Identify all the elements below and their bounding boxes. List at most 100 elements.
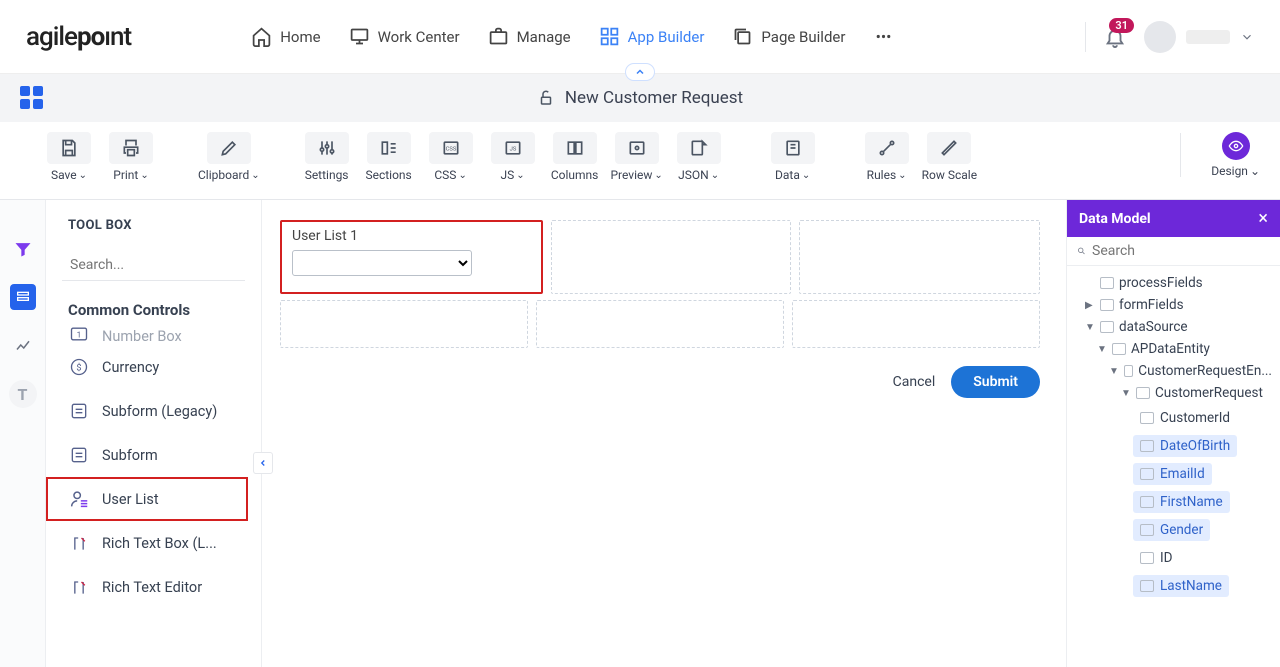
sections-icon bbox=[379, 138, 399, 158]
main-area: T TOOL BOX Common Controls 1 Number Box … bbox=[0, 200, 1280, 667]
js-button[interactable]: JSJS⌄ bbox=[486, 132, 540, 182]
search-input[interactable] bbox=[70, 257, 248, 273]
dots-icon bbox=[873, 26, 894, 47]
nav-app-builder[interactable]: App Builder bbox=[599, 26, 705, 47]
tree-node[interactable]: ▼dataSource bbox=[1067, 316, 1280, 338]
sections-button[interactable]: Sections bbox=[362, 132, 416, 182]
ruler-icon bbox=[939, 138, 959, 158]
tree-node[interactable]: ▼CustomerRequest bbox=[1067, 382, 1280, 404]
tree-node[interactable]: ▼CustomerRequestEn... bbox=[1067, 360, 1280, 382]
canvas-cell-empty[interactable] bbox=[551, 220, 792, 294]
avatar bbox=[1144, 21, 1176, 53]
toolbox-item-user-list[interactable]: User List bbox=[46, 477, 248, 521]
rules-icon bbox=[877, 138, 897, 158]
tree-leaf[interactable]: DateOfBirth bbox=[1067, 432, 1280, 460]
nav-manage[interactable]: Manage bbox=[488, 26, 571, 47]
toolbox-item-rich-text-box[interactable]: Rich Text Box (L... bbox=[46, 521, 261, 565]
preview-icon bbox=[627, 138, 647, 158]
tree-node[interactable]: processFields bbox=[1067, 272, 1280, 294]
home-icon bbox=[251, 26, 272, 47]
toolbox-item-rich-text-editor[interactable]: Rich Text Editor bbox=[46, 565, 261, 609]
user-list-select[interactable] bbox=[292, 250, 472, 276]
pencil-icon bbox=[219, 138, 239, 158]
tree-leaf[interactable]: CustomerId bbox=[1067, 404, 1280, 432]
unlock-icon bbox=[537, 89, 555, 107]
tree-leaf[interactable]: EmailId bbox=[1067, 460, 1280, 488]
apps-switch-icon[interactable] bbox=[20, 86, 43, 109]
css-icon: CSS bbox=[441, 138, 461, 158]
canvas-cell-empty[interactable] bbox=[536, 300, 784, 348]
search-input[interactable] bbox=[1092, 243, 1270, 259]
settings-button[interactable]: Settings bbox=[300, 132, 354, 182]
eye-icon bbox=[1228, 138, 1244, 154]
data-model-tree: processFields ▶formFields ▼dataSource ▼A… bbox=[1067, 266, 1280, 606]
tree-node[interactable]: ▼APDataEntity bbox=[1067, 338, 1280, 360]
tree-leaf[interactable]: Gender bbox=[1067, 516, 1280, 544]
user-menu[interactable] bbox=[1144, 21, 1254, 53]
nav-home[interactable]: Home bbox=[251, 26, 320, 47]
print-button[interactable]: Print⌄ bbox=[104, 132, 158, 182]
print-icon bbox=[121, 138, 141, 158]
json-icon bbox=[689, 138, 709, 158]
data-icon bbox=[783, 138, 803, 158]
canvas-cell-empty[interactable] bbox=[799, 220, 1040, 294]
data-button[interactable]: Data⌄ bbox=[766, 132, 820, 182]
nav-label: App Builder bbox=[628, 28, 705, 46]
toolbox-item-number-box[interactable]: 1 Number Box bbox=[46, 325, 261, 345]
preview-button[interactable]: Preview⌄ bbox=[610, 132, 664, 182]
field-label: User List 1 bbox=[292, 228, 531, 244]
copy-icon bbox=[732, 26, 753, 47]
rules-button[interactable]: Rules⌄ bbox=[860, 132, 914, 182]
data-model-search[interactable] bbox=[1067, 237, 1280, 266]
tree-leaf[interactable]: ID bbox=[1067, 544, 1280, 572]
canvas-cell-empty[interactable] bbox=[280, 300, 528, 348]
toolbox-search[interactable] bbox=[62, 249, 245, 281]
left-rail: T bbox=[0, 200, 46, 667]
canvas-cell-empty[interactable] bbox=[792, 300, 1040, 348]
tree-leaf[interactable]: LastName bbox=[1067, 572, 1280, 600]
nav-more[interactable] bbox=[873, 26, 894, 47]
briefcase-icon bbox=[488, 26, 509, 47]
data-model-panel: Data Model × processFields ▶formFields ▼… bbox=[1066, 200, 1280, 667]
cancel-button[interactable]: Cancel bbox=[893, 374, 936, 390]
submit-button[interactable]: Submit bbox=[951, 366, 1040, 398]
collapse-topbar-button[interactable] bbox=[625, 63, 655, 81]
chart-icon[interactable] bbox=[10, 332, 36, 358]
css-button[interactable]: CSSCSS⌄ bbox=[424, 132, 478, 182]
svg-text:JS: JS bbox=[509, 147, 516, 153]
save-icon bbox=[59, 138, 79, 158]
clipboard-button[interactable]: Clipboard⌄ bbox=[198, 132, 260, 182]
toolbox-item-subform[interactable]: Subform bbox=[46, 433, 261, 477]
logo: agilepoınt bbox=[26, 22, 131, 52]
form-canvas: User List 1 Cancel Submit bbox=[262, 200, 1066, 667]
nav-label: Manage bbox=[517, 28, 571, 46]
notifications-button[interactable]: 31 bbox=[1104, 26, 1126, 48]
columns-icon bbox=[565, 138, 585, 158]
canvas-cell-user-list[interactable]: User List 1 bbox=[280, 220, 543, 294]
tree-leaf[interactable]: FirstName bbox=[1067, 488, 1280, 516]
data-model-header: Data Model × bbox=[1067, 200, 1280, 237]
tree-node[interactable]: ▶formFields bbox=[1067, 294, 1280, 316]
toolbox-item-currency[interactable]: $ Currency bbox=[46, 345, 261, 389]
nav-work-center[interactable]: Work Center bbox=[349, 26, 460, 47]
save-button[interactable]: Save⌄ bbox=[42, 132, 96, 182]
form-icon[interactable] bbox=[10, 284, 36, 310]
svg-text:$: $ bbox=[76, 362, 81, 373]
toolbox-item-subform-legacy[interactable]: Subform (Legacy) bbox=[46, 389, 261, 433]
close-icon[interactable]: × bbox=[1258, 208, 1268, 229]
page-title-bar: New Customer Request bbox=[0, 74, 1280, 122]
columns-button[interactable]: Columns bbox=[548, 132, 602, 182]
js-icon: JS bbox=[503, 138, 523, 158]
json-button[interactable]: JSON⌄ bbox=[672, 132, 726, 182]
toolbox-section: Common Controls bbox=[46, 287, 261, 323]
grid-icon bbox=[599, 26, 620, 47]
svg-text:1: 1 bbox=[77, 330, 82, 340]
toolbox-collapse-button[interactable] bbox=[253, 452, 273, 474]
row-scale-button[interactable]: Row Scale bbox=[922, 132, 977, 182]
text-tool-icon[interactable]: T bbox=[9, 380, 37, 408]
nav-page-builder[interactable]: Page Builder bbox=[732, 26, 845, 47]
sliders-icon bbox=[317, 138, 337, 158]
toolbox-panel: TOOL BOX Common Controls 1 Number Box $ … bbox=[46, 200, 262, 667]
design-button[interactable]: Design⌄ bbox=[1211, 132, 1260, 178]
filter-icon[interactable] bbox=[10, 236, 36, 262]
